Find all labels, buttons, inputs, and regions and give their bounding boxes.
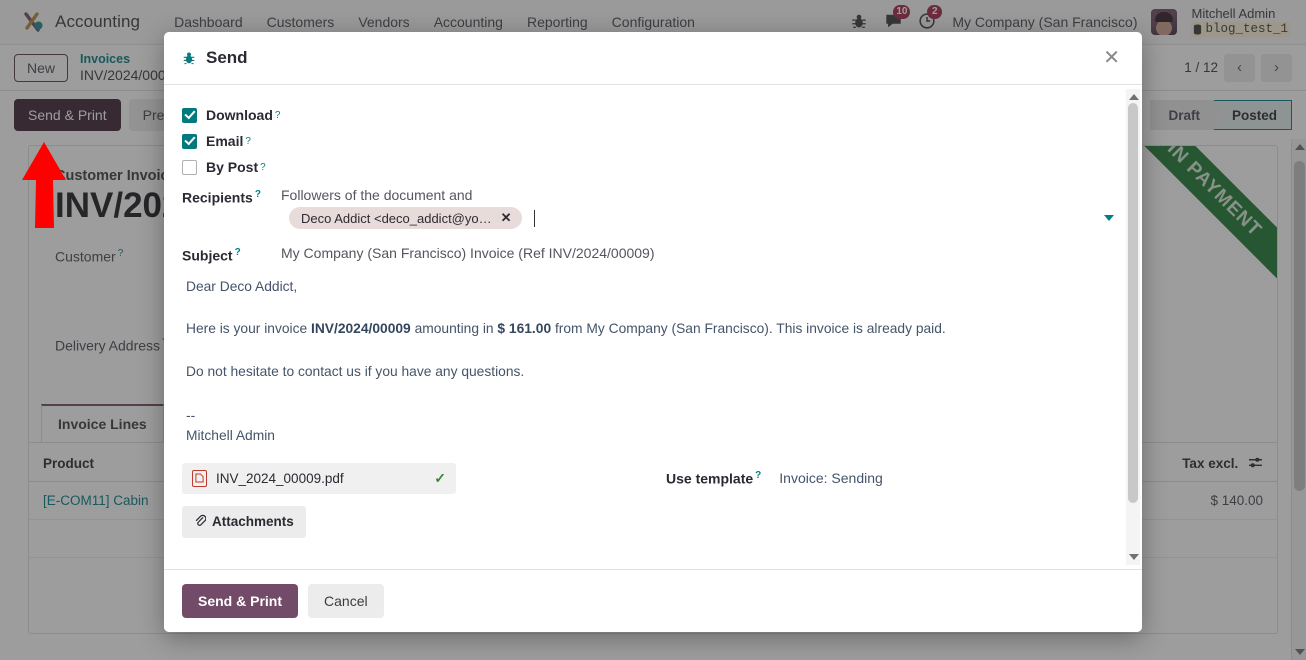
option-email[interactable]: Email ?: [178, 133, 1122, 149]
dialog-scrollbar-thumb[interactable]: [1128, 103, 1138, 503]
subject-row: Subject? My Company (San Francisco) Invo…: [178, 245, 1122, 264]
body-greeting: Dear Deco Addict,: [186, 278, 298, 294]
subject-value: My Company (San Francisco) Invoice (Ref …: [281, 245, 655, 261]
attachment-and-template-row: INV_2024_00009.pdf ✓ Use template? Invoi…: [178, 462, 1122, 494]
body-invoice-ref: INV/2024/00009: [311, 321, 411, 337]
body-amount: $ 161.00: [497, 321, 552, 337]
signature-dashes: --: [186, 407, 196, 423]
signature-name: Mitchell Admin: [186, 428, 275, 444]
subject-label: Subject?: [182, 245, 278, 264]
email-body-editor[interactable]: Dear Deco Addict, Here is your invoice I…: [178, 264, 1122, 447]
body-line-suffix: from My Company (San Francisco). This in…: [551, 321, 946, 337]
dialog-cancel-button[interactable]: Cancel: [308, 584, 384, 618]
close-icon[interactable]: ✕: [1097, 44, 1126, 72]
pdf-file-icon: [192, 469, 207, 487]
dialog-scrollbar[interactable]: [1126, 89, 1140, 565]
by-post-label: By Post: [206, 159, 259, 175]
email-label: Email: [206, 133, 244, 149]
attachments-button[interactable]: Attachments: [182, 505, 306, 538]
body-main-line: Here is your invoice INV/2024/00009 amou…: [186, 320, 1118, 339]
subject-input[interactable]: My Company (San Francisco) Invoice (Ref …: [278, 245, 1122, 264]
use-template-label-text: Use template: [666, 470, 754, 487]
attachment-file-name: INV_2024_00009.pdf: [216, 470, 344, 486]
checkmark-icon: ✓: [434, 469, 446, 486]
use-template-value[interactable]: Invoice: Sending: [779, 470, 883, 486]
recipients-field[interactable]: Followers of the document and Deco Addic…: [278, 187, 1122, 229]
chevron-down-icon[interactable]: [1104, 215, 1114, 221]
help-icon[interactable]: ?: [755, 470, 761, 481]
help-icon[interactable]: ?: [255, 189, 261, 200]
send-dialog: Send ✕ Download ? Email ? By Post ? Reci…: [164, 32, 1142, 632]
dialog-title: Send: [206, 48, 248, 67]
body-signature: -- Mitchell Admin: [186, 406, 1118, 447]
body-closing: Do not hesitate to contact us if you hav…: [186, 363, 525, 379]
recipient-tag[interactable]: Deco Addict <deco_addict@yo… ✕: [289, 207, 522, 229]
scroll-down-arrow-icon[interactable]: [1129, 554, 1139, 560]
subject-label-text: Subject: [182, 247, 233, 264]
download-label: Download: [206, 107, 273, 123]
body-line-mid: amounting in: [410, 321, 498, 337]
help-icon[interactable]: ?: [245, 136, 251, 147]
dialog-send-and-print-button[interactable]: Send & Print: [182, 584, 299, 618]
remove-tag-icon[interactable]: ✕: [501, 210, 512, 226]
dialog-body: Download ? Email ? By Post ? Recipients?…: [164, 85, 1142, 569]
email-checkbox[interactable]: [182, 133, 197, 149]
recipients-label: Recipients?: [182, 187, 278, 229]
option-by-post[interactable]: By Post ?: [178, 159, 1122, 175]
recipient-tag-label: Deco Addict <deco_addict@yo…: [301, 210, 492, 226]
bug-icon[interactable]: [182, 50, 196, 66]
dialog-header: Send ✕: [164, 32, 1142, 85]
recipients-label-text: Recipients: [182, 189, 253, 206]
recipients-row: Recipients? Followers of the document an…: [178, 187, 1122, 229]
recipients-tag-list[interactable]: Deco Addict <deco_addict@yo… ✕: [281, 207, 1122, 229]
scroll-up-arrow-icon[interactable]: [1129, 94, 1139, 100]
by-post-checkbox[interactable]: [182, 159, 197, 175]
help-icon[interactable]: ?: [235, 247, 241, 258]
use-template-label: Use template?: [666, 470, 761, 487]
followers-text: Followers of the document and: [281, 187, 473, 203]
help-icon[interactable]: ?: [275, 110, 281, 121]
download-checkbox[interactable]: [182, 107, 197, 123]
attachments-button-label: Attachments: [212, 514, 294, 530]
dialog-footer: Send & Print Cancel: [164, 569, 1142, 632]
attachment-chip[interactable]: INV_2024_00009.pdf ✓: [182, 462, 456, 494]
paperclip-icon: [194, 514, 207, 530]
text-cursor: [533, 209, 535, 227]
use-template-field: Use template? Invoice: Sending: [666, 470, 883, 487]
body-line-prefix: Here is your invoice: [186, 321, 311, 337]
option-download[interactable]: Download ?: [178, 107, 1122, 123]
help-icon[interactable]: ?: [260, 162, 266, 173]
